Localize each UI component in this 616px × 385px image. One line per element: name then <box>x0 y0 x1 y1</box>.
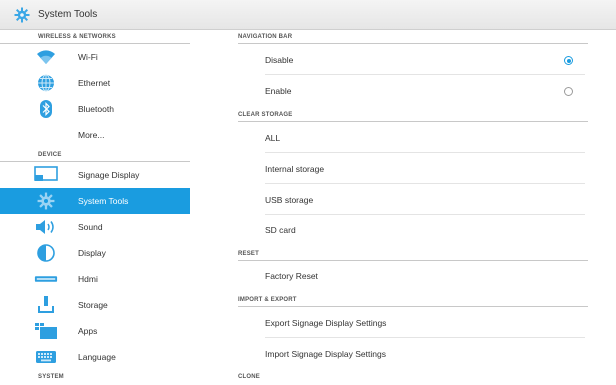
section-header-clone: CLONE <box>238 374 260 380</box>
gear-icon <box>34 191 58 211</box>
sidebar-item-display[interactable]: Display <box>0 240 190 266</box>
section-header-clear-storage: CLEAR STORAGE <box>238 108 588 122</box>
keyboard-icon <box>34 347 58 367</box>
reset-section: RESET <box>238 247 588 261</box>
speaker-icon <box>34 217 58 237</box>
section-header-system: SYSTEM <box>38 374 64 380</box>
import-export-section: IMPORT & EXPORT <box>238 293 588 307</box>
sidebar-item-language[interactable]: Language <box>0 344 190 370</box>
factory-reset-button[interactable]: Factory Reset <box>265 261 585 291</box>
sidebar-item-hdmi[interactable]: Hdmi <box>0 266 190 292</box>
sidebar-item-wifi[interactable]: Wi-Fi <box>0 44 190 70</box>
sidebar-item-system-tools[interactable]: System Tools <box>0 188 190 214</box>
sidebar-item-signage-display[interactable]: Signage Display <box>0 162 190 188</box>
sidebar-item-bluetooth[interactable]: Bluetooth <box>0 96 190 122</box>
hdmi-icon <box>34 269 58 289</box>
option-enable[interactable]: Enable <box>265 76 585 106</box>
storage-icon <box>34 295 58 315</box>
settings-content: NAVIGATION BAR Disable Enable CLEAR STOR… <box>190 30 616 385</box>
sidebar-item-sound[interactable]: Sound <box>0 214 190 240</box>
option-disable[interactable]: Disable <box>265 45 585 75</box>
settings-sidebar: WIRELESS & NETWORKS Wi-Fi Ethernet Bluet… <box>0 30 190 385</box>
clear-internal-storage-button[interactable]: Internal storage <box>265 154 585 184</box>
sidebar-item-more[interactable]: More... <box>0 122 190 148</box>
radio-enable[interactable] <box>564 87 573 96</box>
window-title: System Tools <box>38 9 98 20</box>
section-header-device: DEVICE <box>0 148 190 162</box>
clear-all-button[interactable]: ALL <box>265 123 585 153</box>
sidebar-item-ethernet[interactable]: Ethernet <box>0 70 190 96</box>
display-icon <box>34 243 58 263</box>
import-settings-button[interactable]: Import Signage Display Settings <box>265 339 585 369</box>
export-settings-button[interactable]: Export Signage Display Settings <box>265 308 585 338</box>
section-header-import-export: IMPORT & EXPORT <box>238 293 588 307</box>
gear-icon <box>14 7 30 23</box>
section-header-navigation-bar: NAVIGATION BAR <box>238 30 588 44</box>
section-header-wireless: WIRELESS & NETWORKS <box>0 30 190 44</box>
sidebar-item-storage[interactable]: Storage <box>0 292 190 318</box>
clear-usb-storage-button[interactable]: USB storage <box>265 185 585 215</box>
apps-icon <box>34 321 58 341</box>
wifi-icon <box>34 47 58 67</box>
signage-display-icon <box>34 165 58 185</box>
clone-section: CLONE <box>238 370 588 384</box>
navigation-bar-section: NAVIGATION BAR <box>238 30 588 44</box>
section-header-reset: RESET <box>238 247 588 261</box>
title-bar: System Tools <box>0 0 616 30</box>
clear-sd-card-button[interactable]: SD card <box>265 215 585 245</box>
sidebar-item-apps[interactable]: Apps <box>0 318 190 344</box>
radio-disable[interactable] <box>564 56 573 65</box>
ethernet-icon <box>34 73 58 93</box>
bluetooth-icon <box>34 99 58 119</box>
clear-storage-section: CLEAR STORAGE <box>238 108 588 122</box>
